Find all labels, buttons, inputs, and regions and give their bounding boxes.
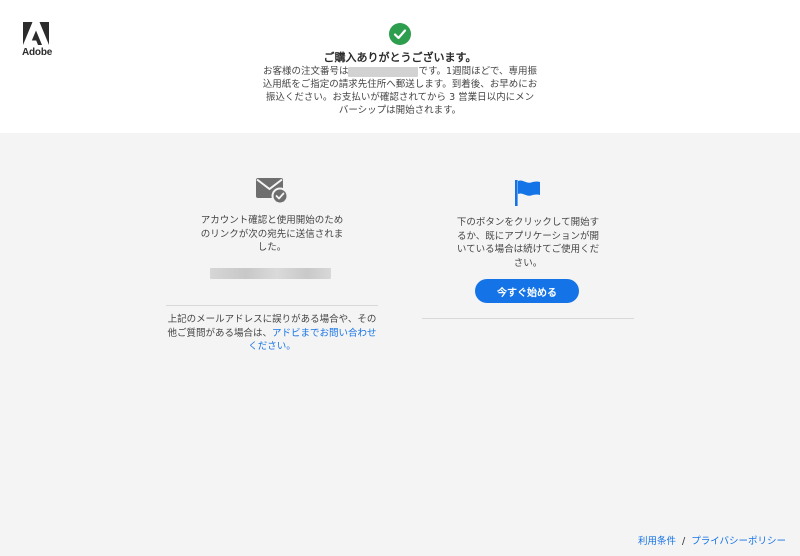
contact-note-line: ください。: [166, 340, 378, 354]
order-message-text: お客様の注文番号は: [262, 66, 349, 77]
start-message: 下のボタンをクリックして開始す るか、既にアプリケーションが開 いている場合は続…: [422, 216, 634, 270]
footer-links: 利用条件 / プライバシーポリシー: [638, 533, 786, 547]
order-message-line: 振込ください。お支払いが確認されてから 3 営業日以内にメン: [265, 92, 535, 103]
redacted-order-number: [348, 66, 419, 77]
email-confirmation-section: アカウント確認と使用開始のため のリンクが次の宛先に送信されま した。: [166, 172, 378, 279]
order-message-line: お客様の注文番号は です。1週間ほどで、専用振: [255, 65, 545, 78]
start-message-line: さい。: [513, 257, 543, 269]
start-message-line: いている場合は続けてご使用くだ: [456, 244, 600, 255]
envelope-check-icon: [256, 178, 289, 204]
adobe-logo-icon: [23, 22, 49, 45]
start-message-line: るか、既にアプリケーションが開: [456, 230, 600, 242]
contact-adobe-link-continued[interactable]: ください。: [248, 341, 296, 352]
email-message-line: のリンクが次の宛先に送信されま: [200, 228, 344, 240]
left-divider: [166, 305, 378, 306]
email-message: アカウント確認と使用開始のため のリンクが次の宛先に送信されま した。: [166, 214, 378, 255]
flag-icon: [515, 180, 540, 206]
order-message-text: です。1週間ほどで、専用振: [418, 66, 538, 77]
contact-adobe-link[interactable]: アドビまでお問い合わせ: [272, 328, 377, 339]
terms-link[interactable]: 利用条件: [638, 536, 676, 547]
order-message-line: 込用紙をご指定の請求先住所へ郵送します。到着後、お早めにお: [262, 79, 538, 90]
contact-note-line: 上記のメールアドレスに誤りがある場合や、その: [167, 314, 377, 325]
order-message-line: バーシップは開始されます。: [338, 105, 462, 116]
email-message-line: アカウント確認と使用開始のため: [200, 215, 344, 226]
start-now-button[interactable]: 今すぐ始める: [475, 279, 579, 303]
email-message-line: した。: [257, 242, 287, 253]
get-started-section: 下のボタンをクリックして開始す るか、既にアプリケーションが開 いている場合は続…: [422, 178, 634, 270]
contact-note-text: 他ご質問がある場合は、: [167, 327, 272, 339]
contact-note-line: 他ご質問がある場合は、アドビまでお問い合わせ: [166, 327, 378, 341]
page-title: ご購入ありがとうございます。: [323, 51, 477, 64]
checkmark-circle-icon: [389, 23, 411, 45]
privacy-policy-link[interactable]: プライバシーポリシー: [691, 536, 786, 547]
order-message: お客様の注文番号は です。1週間ほどで、専用振 込用紙をご指定の請求先住所へ郵送し…: [255, 65, 545, 117]
redacted-email-address: [210, 268, 331, 279]
contact-note: 上記のメールアドレスに誤りがある場合や、その 他ご質問がある場合は、アドビまでお…: [166, 313, 378, 354]
start-message-line: 下のボタンをクリックして開始す: [456, 217, 600, 228]
confirmation-header: Adobe ご購入ありがとうございます。 お客様の注文番号は です。1週間ほどで、…: [0, 0, 800, 133]
right-divider: [422, 318, 634, 319]
footer-separator: /: [681, 536, 686, 547]
